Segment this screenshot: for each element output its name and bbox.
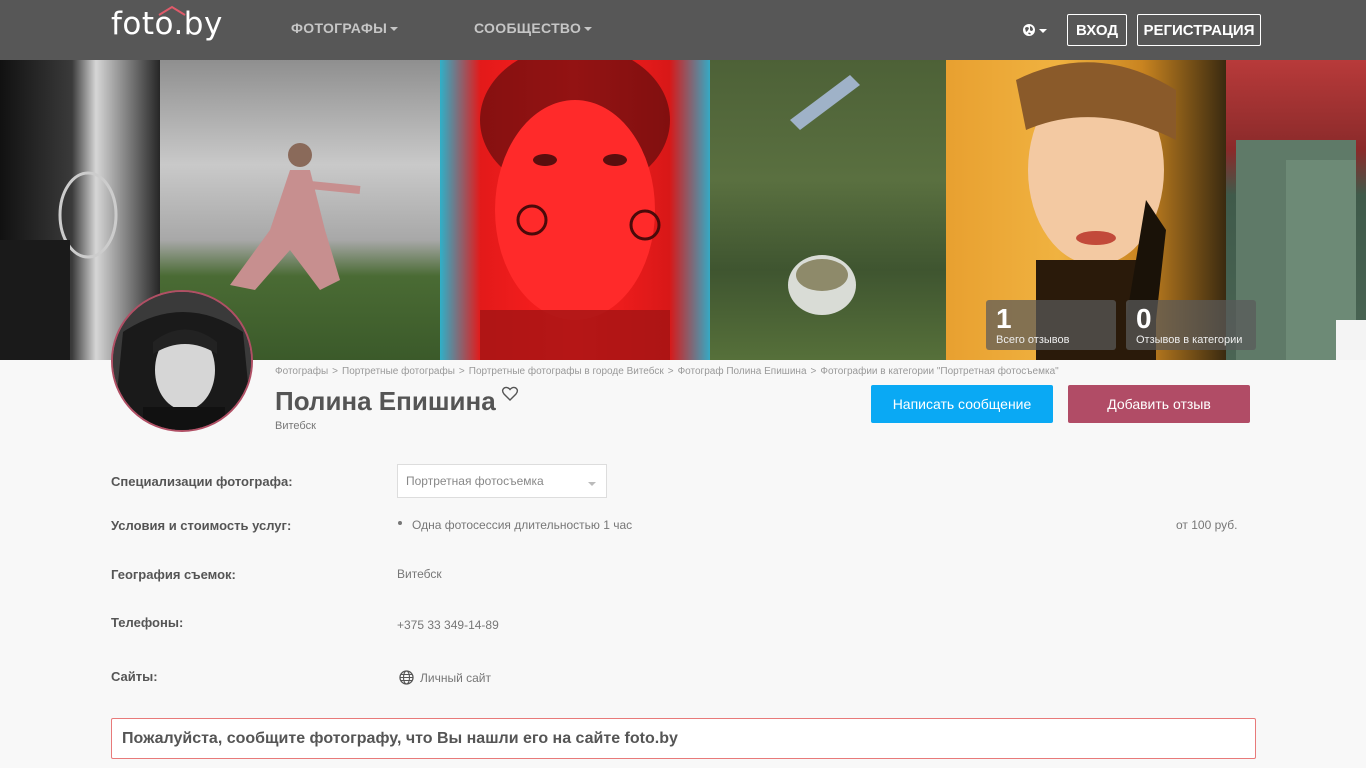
geography-label: География съемок: — [111, 567, 236, 582]
top-nav-bar: foto.by ФОТОГРАФЫ СООБЩЕСТВО ВХОД РЕГИСТ… — [0, 0, 1366, 60]
breadcrumb-separator: > — [332, 366, 339, 377]
breadcrumb-photographer[interactable]: Фотограф Полина Епишина — [678, 366, 807, 377]
breadcrumb-photographers[interactable]: Фотографы — [275, 366, 328, 377]
personal-site-link[interactable]: Личный сайт — [399, 670, 491, 685]
list-bullet — [398, 521, 402, 525]
login-button[interactable]: ВХОД — [1067, 14, 1127, 46]
banner-photo-3 — [440, 60, 710, 360]
total-reviews-label: Всего отзывов — [996, 334, 1070, 346]
site-logo[interactable]: foto.by — [111, 5, 223, 42]
category-reviews-label: Отзывов в категории — [1136, 334, 1243, 346]
breadcrumb-separator: > — [458, 366, 465, 377]
category-reviews-count: 0 — [1136, 303, 1152, 334]
chevron-down-icon — [390, 27, 399, 32]
basket-shape — [788, 75, 860, 315]
write-message-button[interactable]: Написать сообщение — [871, 385, 1053, 423]
sites-label: Сайты: — [111, 669, 158, 684]
banner-photo-4 — [710, 60, 946, 360]
chevron-down-icon — [588, 482, 596, 486]
nav-community[interactable]: СООБЩЕСТВО — [474, 20, 593, 36]
service-item: Одна фотосессия длительностью 1 час — [412, 518, 633, 532]
breadcrumb-separator: > — [667, 366, 674, 377]
breadcrumb: Фотографы > Портретные фотографы > Портретны… — [275, 366, 1059, 377]
breadcrumb-separator: > — [810, 366, 817, 377]
phones-label: Телефоны: — [111, 615, 184, 630]
services-label: Условия и стоимость услуг: — [111, 518, 292, 533]
chevron-down-icon — [584, 27, 593, 32]
total-reviews-stat: 1 Всего отзывов — [986, 300, 1116, 350]
photographer-city: Витебск — [275, 420, 316, 432]
language-selector[interactable] — [1022, 21, 1048, 39]
breadcrumb-category[interactable]: Фотографии в категории "Портретная фотос… — [820, 366, 1058, 377]
logo-roof-icon — [158, 5, 186, 16]
add-review-button[interactable]: Добавить отзыв — [1068, 385, 1250, 423]
globe-icon — [399, 670, 414, 685]
photographer-name: Полина Епишина — [275, 386, 496, 416]
specialization-select[interactable]: Портретная фотосъемка — [397, 464, 607, 498]
service-price: от 100 руб. — [1176, 518, 1238, 532]
category-reviews-stat: 0 Отзывов в категории — [1126, 300, 1256, 350]
breadcrumb-portrait-photographers[interactable]: Портретные фотографы — [342, 366, 455, 377]
breadcrumb-city[interactable]: Портретные фотографы в городе Витебск — [469, 366, 664, 377]
personal-site-label: Личный сайт — [420, 670, 491, 685]
red-face-shape — [480, 60, 670, 360]
specializations-label: Специализации фотографа: — [111, 474, 293, 489]
nav-photographers[interactable]: ФОТОГРАФЫ — [291, 20, 399, 36]
phone-value[interactable]: +375 33 349-14-89 — [397, 618, 499, 632]
notice-banner: Пожалуйста, сообщите фотографу, что Вы н… — [111, 718, 1256, 759]
nav-community-label: СООБЩЕСТВО — [474, 20, 582, 36]
chevron-down-icon — [1039, 29, 1047, 33]
globe-icon — [1023, 24, 1035, 36]
total-reviews-count: 1 — [996, 303, 1012, 334]
nav-photographers-label: ФОТОГРАФЫ — [291, 20, 388, 36]
avatar-portrait-shape — [113, 292, 251, 430]
favorite-heart-icon[interactable] — [501, 385, 519, 403]
geography-value: Витебск — [397, 567, 442, 581]
photographer-avatar[interactable] — [111, 290, 253, 432]
register-button[interactable]: РЕГИСТРАЦИЯ — [1137, 14, 1261, 46]
specialization-selected-value: Портретная фотосъемка — [406, 474, 544, 488]
